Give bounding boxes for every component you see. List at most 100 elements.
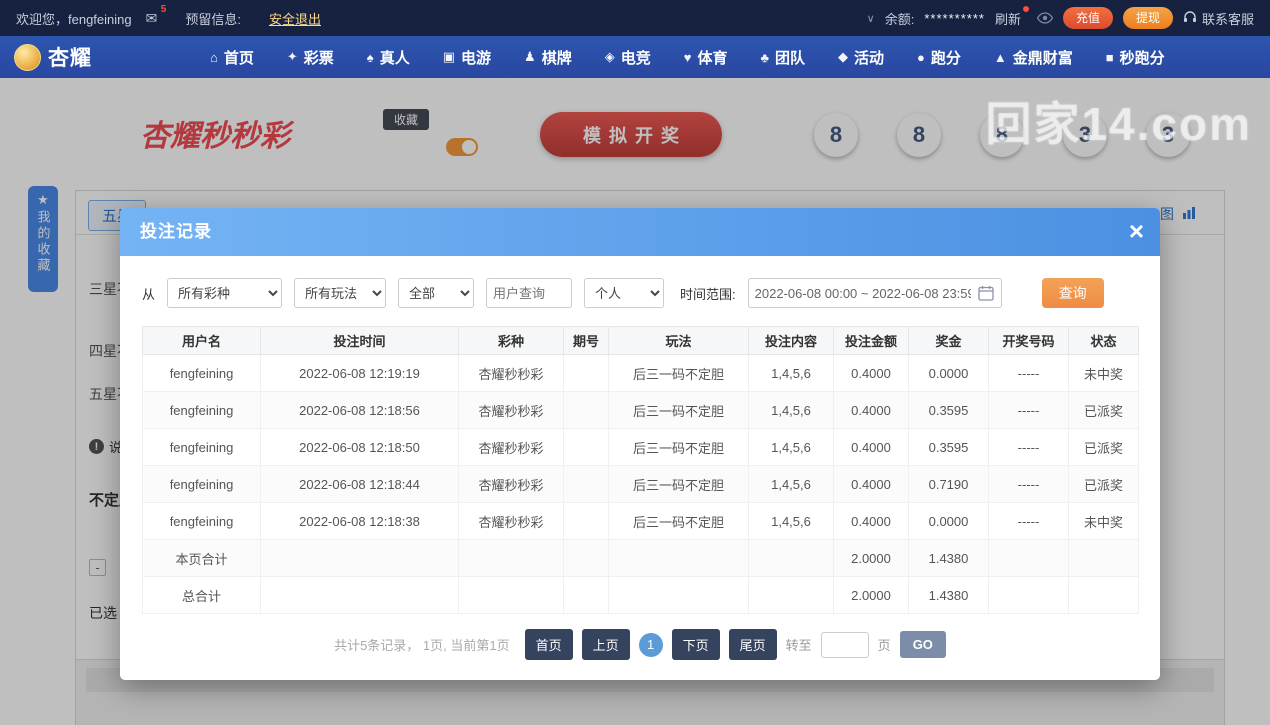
nav-item-egames[interactable]: ▣ 电游: [443, 47, 491, 68]
total-value-cell: 2.0000: [833, 576, 909, 614]
brand-logo-icon: [14, 43, 41, 71]
record-cell: 0.4000: [833, 428, 909, 466]
current-page-badge[interactable]: 1: [638, 632, 663, 657]
nav-item-home[interactable]: ⌂ 首页: [210, 47, 254, 68]
nav-item-activity[interactable]: ◆ 活动: [838, 47, 884, 68]
main-nav: 杏耀 ⌂ 首页 ✦ 彩票 ♠ 真人 ▣ 电游 ♟ 棋牌 ◈ 电竞 ♥ 体育 ♣ 团队 ◆ 活动 ● 跑分 ▲ 金鼎财富 ■ 秒…: [0, 36, 1270, 78]
nav-items: ⌂ 首页 ✦ 彩票 ♠ 真人 ▣ 电游 ♟ 棋牌 ◈ 电竞 ♥ 体育 ♣ 团队 ◆ 活动 ● 跑分 ▲ 金鼎财富 ■ 秒跑分: [210, 47, 1165, 68]
nav-item-label: 跑分: [930, 49, 961, 67]
column-header: 彩种: [458, 326, 564, 355]
activity-icon: ◆: [838, 49, 848, 64]
grand-total-row: 总合计 2.0000 1.4380: [142, 576, 1139, 614]
go-button[interactable]: GO: [899, 631, 946, 658]
calendar-icon[interactable]: [977, 285, 994, 304]
nav-item-jinding[interactable]: ▲ 金鼎财富: [994, 47, 1073, 68]
record-cell: 后三一码不定胆: [608, 465, 749, 503]
record-cell: 2022-06-08 12:18:44: [260, 465, 459, 503]
paofen-icon: ●: [917, 49, 925, 65]
record-cell: fengfeining: [142, 354, 261, 392]
record-cell: 2022-06-08 12:18:56: [260, 391, 459, 429]
watermark: 回家14.com: [985, 98, 1252, 150]
record-cell: 0.0000: [908, 502, 989, 540]
nav-item-paofen[interactable]: ● 跑分: [917, 47, 961, 68]
scope-select[interactable]: 全部: [398, 278, 475, 308]
nav-item-miaopaofen[interactable]: ■ 秒跑分: [1106, 47, 1165, 68]
play-type-select[interactable]: 所有玩法: [294, 278, 387, 308]
mail-icon[interactable]: ✉ 5: [146, 4, 167, 27]
nav-item-sports[interactable]: ♥ 体育: [684, 47, 728, 68]
table-body: fengfeining 2022-06-08 12:19:19 杏耀秒秒彩 后三一码不…: [142, 354, 1139, 614]
record-cell: 杏耀秒秒彩: [458, 428, 564, 466]
eye-icon[interactable]: [1036, 12, 1053, 24]
live-icon: ♠: [366, 49, 374, 65]
record-cell: 0.7190: [908, 465, 989, 503]
status-cell: 已派奖: [1068, 428, 1139, 466]
record-cell: fengfeining: [142, 502, 261, 540]
record-cell: -----: [988, 354, 1069, 392]
person-select[interactable]: 个人: [584, 278, 665, 308]
team-icon: ♣: [760, 49, 769, 65]
nav-item-esports[interactable]: ◈ 电竞: [605, 47, 651, 68]
first-page-button[interactable]: 首页: [524, 629, 573, 660]
notification-dot: [1022, 5, 1029, 12]
withdraw-button[interactable]: 提现: [1122, 7, 1173, 29]
total-label-cell: 本页合计: [142, 539, 261, 577]
record-cell: 1,4,5,6: [748, 428, 834, 466]
bet-records-table: 用户名 投注时间 彩种 期号 玩法 投注内容 投注金额 奖金 开奖号码 状态 fengfeinin…: [142, 326, 1139, 614]
total-value-cell: 1.4380: [908, 576, 989, 614]
pagination: 共计5条记录， 1页, 当前第1页 首页 上页 1 下页 尾页 转至 页 GO: [120, 629, 1160, 660]
nav-item-team[interactable]: ♣ 团队: [760, 47, 805, 68]
refresh-link[interactable]: 刷新: [995, 5, 1029, 28]
record-cell: 后三一码不定胆: [608, 391, 749, 429]
record-cell: 1,4,5,6: [748, 502, 834, 540]
modal-header: 投注记录 ×: [120, 208, 1160, 256]
record-cell: [563, 354, 609, 392]
record-cell: [563, 428, 609, 466]
date-range-wrap: [747, 278, 1002, 308]
chevron-down-icon[interactable]: ∨: [867, 12, 875, 25]
nav-item-label: 真人: [379, 49, 410, 67]
record-cell: fengfeining: [142, 428, 261, 466]
total-value-cell: [563, 539, 609, 577]
last-page-button[interactable]: 尾页: [728, 629, 777, 660]
recharge-button[interactable]: 充值: [1062, 7, 1113, 29]
nav-item-chess[interactable]: ♟ 棋牌: [524, 47, 572, 68]
record-cell: 杏耀秒秒彩: [458, 465, 564, 503]
column-header: 用户名: [142, 326, 261, 355]
lottery-type-select[interactable]: 所有彩种: [167, 278, 283, 308]
esports-icon: ◈: [604, 49, 615, 64]
time-range-label: 时间范围:: [680, 286, 736, 302]
logout-link[interactable]: 安全退出: [269, 9, 321, 28]
nav-item-lottery[interactable]: ✦ 彩票: [287, 47, 334, 68]
record-cell: 0.3595: [908, 428, 989, 466]
total-value-cell: [458, 576, 564, 614]
date-range-input[interactable]: [747, 278, 1002, 308]
brand[interactable]: 杏耀: [14, 42, 92, 72]
total-value-cell: 1.4380: [908, 539, 989, 577]
nav-item-label: 首页: [223, 49, 254, 67]
nav-item-label: 电竞: [620, 49, 651, 67]
nav-item-label: 团队: [774, 49, 805, 67]
close-icon[interactable]: ×: [1129, 216, 1144, 246]
record-cell: 后三一码不定胆: [608, 428, 749, 466]
column-header: 投注时间: [260, 326, 459, 355]
contact-service-link[interactable]: 联系客服: [1183, 9, 1254, 28]
record-cell: 0.4000: [833, 391, 909, 429]
search-button[interactable]: 查询: [1041, 278, 1104, 308]
record-cell: 2022-06-08 12:19:19: [260, 354, 459, 392]
total-value-cell: [563, 576, 609, 614]
next-page-button[interactable]: 下页: [671, 629, 720, 660]
column-header: 奖金: [908, 326, 989, 355]
nav-item-live[interactable]: ♠ 真人: [367, 47, 410, 68]
total-value-cell: [748, 576, 834, 614]
prev-page-button[interactable]: 上页: [581, 629, 630, 660]
record-cell: 0.0000: [908, 354, 989, 392]
record-cell: 2022-06-08 12:18:50: [260, 428, 459, 466]
nav-item-label: 活动: [854, 49, 885, 67]
record-cell: 2022-06-08 12:18:38: [260, 502, 459, 540]
goto-page-input[interactable]: [820, 631, 869, 658]
total-value-cell: [458, 539, 564, 577]
status-cell: 已派奖: [1068, 465, 1139, 503]
username-search-input[interactable]: [486, 278, 573, 308]
record-cell: -----: [988, 502, 1069, 540]
